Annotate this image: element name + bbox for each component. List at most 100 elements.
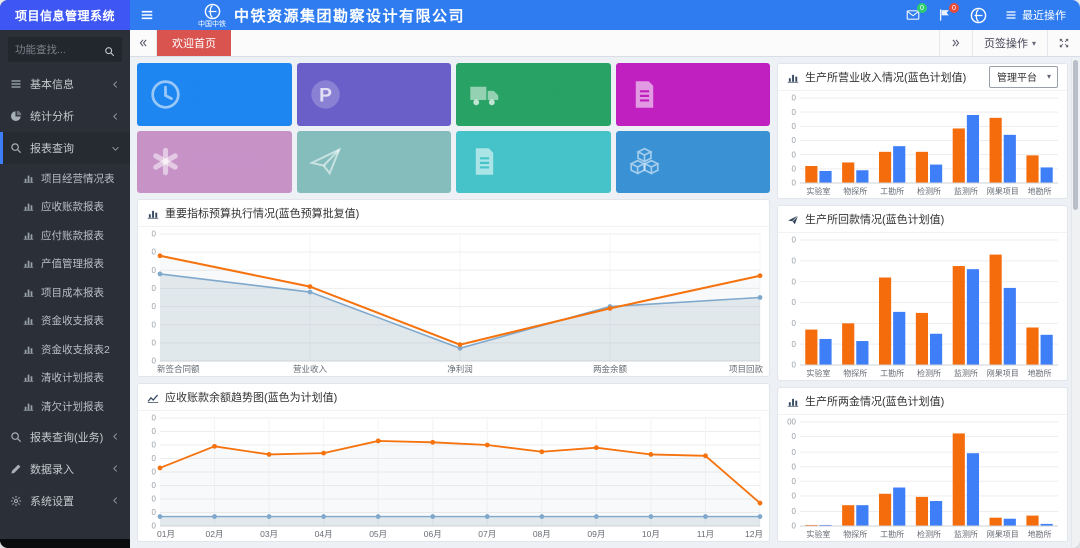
svg-text:10月: 10月 [642,529,660,539]
kpi-tile-label: 本年净利润 [351,155,404,168]
logo-caption: 中国中铁 [198,21,226,28]
kpi-tile[interactable]: 本年度产值 [616,63,771,126]
svg-text:0: 0 [152,468,157,477]
search-input[interactable] [15,44,104,56]
sidebar-item[interactable]: 报表查询(业务) [0,421,130,453]
sidebar-subitem-label: 清欠计划报表 [41,399,104,414]
svg-text:0: 0 [792,507,797,516]
recent-operations-label: 最近操作 [1022,7,1066,23]
svg-text:0: 0 [152,454,157,463]
svg-text:02月: 02月 [206,529,224,539]
recent-operations-button[interactable]: 最近操作 [1005,7,1066,23]
flag-button[interactable]: 0 [938,8,952,22]
sidebar-subitem[interactable]: 清收计划报表 [0,364,130,393]
kpi-tile[interactable]: 两金余额 (应收账款和存货) [456,131,611,194]
kpi-tile[interactable]: 经营净现金流 [616,131,771,194]
sidebar-subitem-label: 产值管理报表 [41,256,104,271]
svg-text:地勘所: 地勘所 [1028,368,1052,378]
panel-revenue-by-unit: 生产所营业收入情况(蓝色计划值) 管理平台 ▾ 0000000实验室物探所工勘所… [777,63,1068,199]
sidebar-subitem[interactable]: 项目成本报表 [0,278,130,307]
line-chart-icon [147,391,159,403]
panel-title: 生产所回款情况(蓝色计划值) [805,211,944,227]
svg-text:项目回款: 项目回款 [729,364,764,374]
kpi-tile-label: 本年度产值 [670,88,723,101]
kpi-tile[interactable]: 本年净利润 [297,131,452,194]
hamburger-menu-icon[interactable] [140,8,154,22]
page-scrollbar[interactable] [1071,58,1079,547]
svg-text:0: 0 [152,508,157,517]
tab-bar: 欢迎首页 页签操作 ▾ [130,30,1080,57]
asterisk-icon [149,145,182,178]
bar-chart-icon [787,395,799,407]
svg-text:工勘所: 工勘所 [880,368,904,378]
sidebar-subitem[interactable]: 资金收支报表2 [0,335,130,364]
emblem-button[interactable] [970,7,987,24]
scroll-tabs-right-button[interactable] [939,30,972,56]
sidebar-subitem[interactable]: 应付账款报表 [0,221,130,250]
paper-plane-icon [309,145,342,178]
svg-text:12月: 12月 [745,529,763,539]
svg-text:物探所: 物探所 [843,529,867,539]
svg-text:0: 0 [792,448,797,457]
kpi-tile-label: 本年度新签合同额 [510,88,594,101]
sidebar-subitem-label: 清收计划报表 [41,370,104,385]
search-icon[interactable] [104,44,115,55]
sidebar-item[interactable]: 统计分析 [0,100,130,132]
fullscreen-button[interactable] [1047,30,1080,56]
sidebar-subitem[interactable]: 产值管理报表 [0,250,130,279]
sidebar-subitem[interactable]: 应收账款报表 [0,193,130,222]
svg-text:净利润: 净利润 [447,364,473,374]
bar-chart-icon [23,372,34,383]
svg-text:0: 0 [792,94,797,103]
bar-chart-icon [23,173,34,184]
svg-text:实验室: 实验室 [806,529,830,539]
kpi-tile[interactable]: P在建项目:已完工项目 [297,63,452,126]
svg-text:营业收入: 营业收入 [293,364,328,374]
sidebar-subitem[interactable]: 资金收支报表 [0,307,130,336]
svg-text:新签合同额: 新签合同额 [157,364,200,374]
svg-text:0: 0 [152,522,157,531]
sidebar-item[interactable]: 系统设置 [0,485,130,517]
kpi-tile[interactable]: 本年度营业收入 [137,131,292,194]
svg-text:实验室: 实验室 [806,186,830,196]
svg-text:0: 0 [152,357,157,366]
sidebar: 项目信息管理系统 基本信息统计分析报表查询项目经营情况表应收账款报表应付账款报表… [0,0,130,548]
chevron-down-icon [111,144,120,153]
kpi-tile[interactable]: 数据截止时间(单位：万元) [137,63,292,126]
chevron-left-icon [111,464,120,473]
svg-text:检测所: 检测所 [917,368,941,378]
search-icon [10,142,22,154]
bar-chart-icon [23,230,34,241]
svg-text:0: 0 [792,361,797,370]
kpi-tile[interactable]: 本年度新签合同额 [456,63,611,126]
svg-text:0: 0 [792,432,797,441]
svg-text:03月: 03月 [260,529,278,539]
panel-title: 生产所营业收入情况(蓝色计划值) [805,69,966,85]
bar-chart-icon [23,315,34,326]
sidebar-item-label: 系统设置 [30,493,74,509]
cubes-icon [628,145,661,178]
svg-text:00: 00 [787,418,796,427]
tab-operations-dropdown[interactable]: 页签操作 ▾ [972,30,1047,56]
mail-button[interactable]: 0 [906,8,920,22]
sidebar-item[interactable]: 数据录入 [0,453,130,485]
sidebar-item[interactable]: 基本信息 [0,68,130,100]
svg-text:0: 0 [792,108,797,117]
sidebar-item[interactable]: 报表查询 [0,132,130,164]
sidebar-subitem[interactable]: 清欠计划报表 [0,392,130,421]
bar-chart-icon [147,207,159,219]
sidebar-subitem-label: 应收账款报表 [41,199,104,214]
chevron-left-icon [111,496,120,505]
unit-select-dropdown[interactable]: 管理平台 ▾ [989,66,1058,88]
scroll-tabs-left-button[interactable] [130,30,157,56]
svg-text:0: 0 [792,340,797,349]
svg-text:0: 0 [152,248,157,257]
bar-chart-icon [787,71,799,83]
kpi-tile-label: 经营净现金流 [670,155,733,168]
svg-text:11月: 11月 [697,529,714,539]
tab-home[interactable]: 欢迎首页 [157,30,231,56]
caret-down-icon: ▾ [1032,39,1036,48]
chevron-left-icon [111,80,120,89]
scrollbar-thumb[interactable] [1073,60,1078,210]
sidebar-subitem[interactable]: 项目经营情况表 [0,164,130,193]
